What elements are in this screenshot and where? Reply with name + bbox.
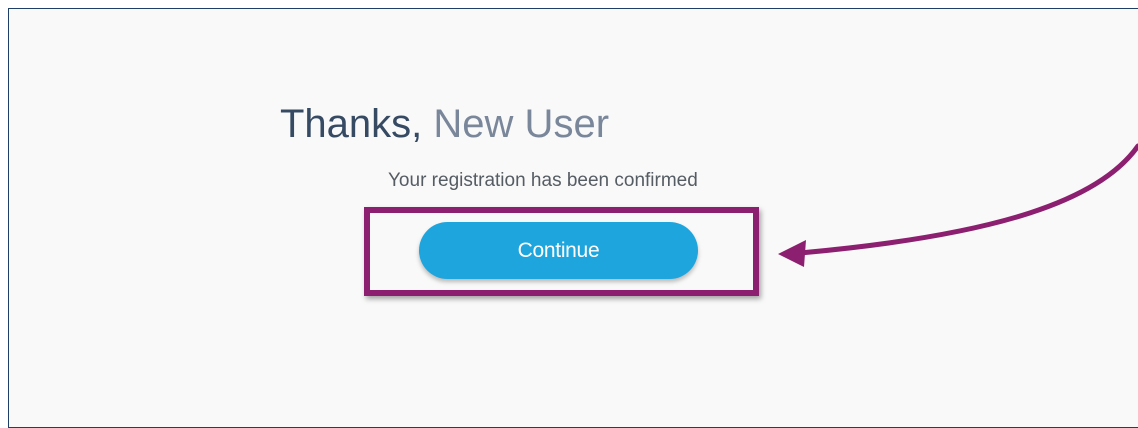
thanks-text: Thanks, (280, 102, 423, 146)
confirmation-message: Your registration has been confirmed (388, 170, 698, 191)
user-name: New User (433, 102, 610, 146)
page-title: Thanks, New User (280, 100, 609, 148)
continue-button[interactable]: Continue (419, 222, 698, 279)
